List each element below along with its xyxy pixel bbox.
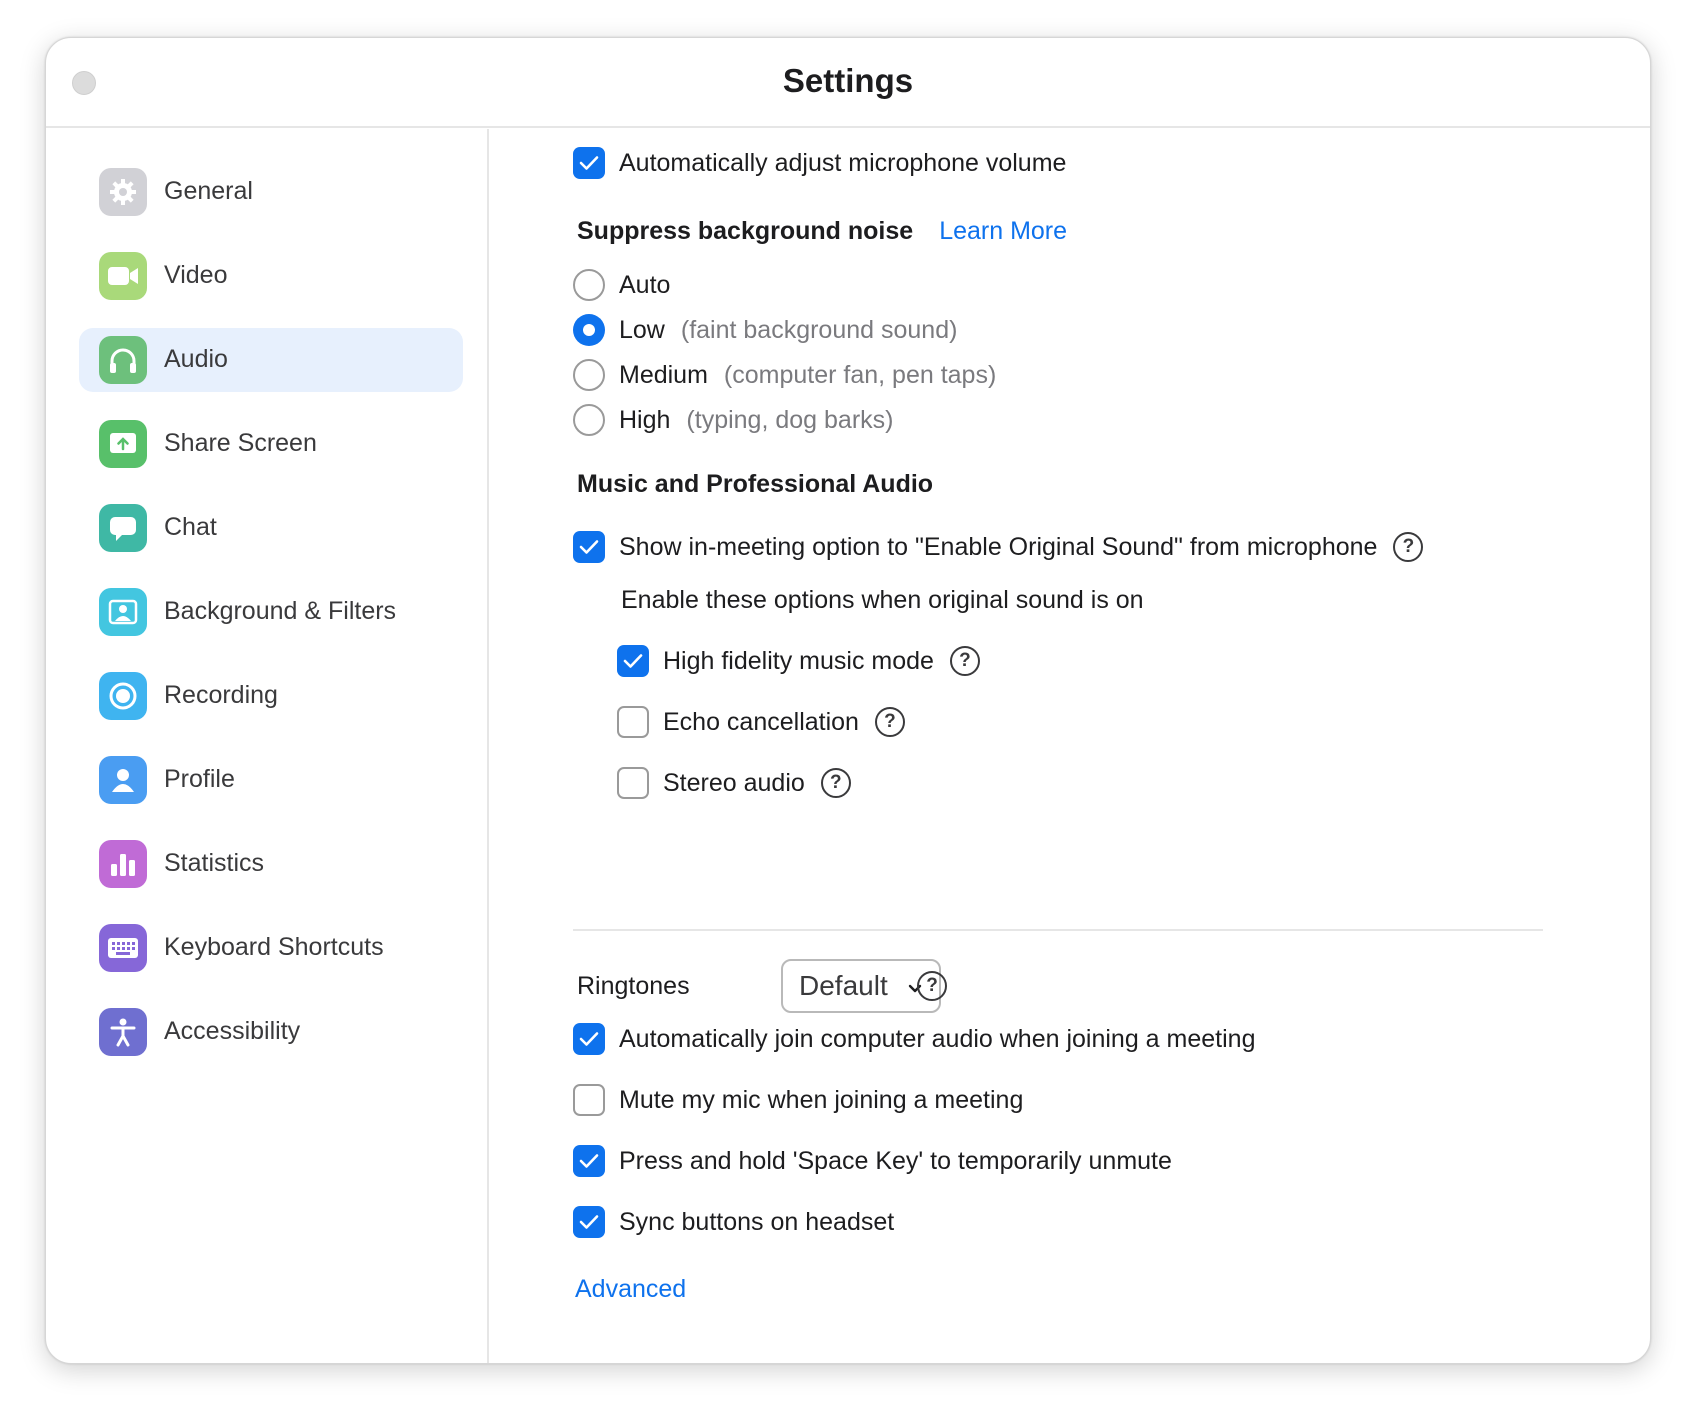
high-fidelity-checkbox[interactable] [617,645,649,677]
sidebar-item-recording[interactable]: Recording [79,664,463,728]
suppress-option-hint: (computer fan, pen taps) [723,360,997,389]
stereo-audio-row[interactable]: Stereo audio ? [617,767,851,799]
original-sound-checkbox[interactable] [573,531,605,563]
sync-headset-checkbox[interactable] [573,1206,605,1238]
suppress-option-medium[interactable]: Medium (computer fan, pen taps) [573,359,996,391]
high-fidelity-label: High fidelity music mode [663,646,934,675]
sidebar: General Video Audio Share Screen Chat Ba… [46,129,489,1363]
auto-adjust-mic-checkbox[interactable] [573,147,605,179]
sidebar-item-label: General [164,177,253,205]
auto-join-audio-label: Automatically join computer audio when j… [619,1024,1256,1053]
suppress-option-hint: (faint background sound) [680,315,958,344]
ringtones-label: Ringtones [577,972,690,1000]
sidebar-item-label: Keyboard Shortcuts [164,933,384,961]
headphones-icon [99,336,147,384]
bar-chart-icon [99,840,147,888]
echo-cancellation-label: Echo cancellation [663,707,859,736]
suppress-option-low[interactable]: Low (faint background sound) [573,314,957,346]
stereo-audio-label: Stereo audio [663,768,805,797]
help-icon[interactable]: ? [949,646,980,676]
ringtones-label-row: Ringtones [577,972,690,1001]
advanced-link[interactable]: Advanced [575,1275,686,1304]
music-pro-audio-header: Music and Professional Audio [577,470,933,499]
record-icon [99,672,147,720]
suppress-option-label: Low [619,315,665,344]
section-divider [573,929,1543,931]
space-key-unmute-label: Press and hold 'Space Key' to temporaril… [619,1146,1172,1175]
sidebar-item-keyboard-shortcuts[interactable]: Keyboard Shortcuts [79,916,463,980]
original-sound-subheading: Enable these options when original sound… [621,586,1144,614]
original-sound-label: Show in-meeting option to "Enable Origin… [619,532,1378,561]
sidebar-item-label: Profile [164,765,235,793]
sidebar-item-video[interactable]: Video [79,244,463,308]
ringtones-value: Default [799,970,888,1001]
auto-adjust-mic-label: Automatically adjust microphone volume [619,148,1067,177]
sidebar-item-audio[interactable]: Audio [79,328,463,392]
advanced-row: Advanced [575,1275,686,1304]
sidebar-item-chat[interactable]: Chat [79,496,463,560]
suppress-noise-heading: Suppress background noise [577,217,914,245]
sidebar-item-profile[interactable]: Profile [79,748,463,812]
help-icon[interactable]: ? [874,707,905,737]
suppress-option-label: Auto [619,270,671,299]
suppress-high-radio[interactable] [573,404,605,436]
echo-cancellation-checkbox[interactable] [617,706,649,738]
space-key-unmute-row[interactable]: Press and hold 'Space Key' to temporaril… [573,1145,1172,1177]
mute-mic-row[interactable]: Mute my mic when joining a meeting [573,1084,1023,1116]
auto-join-audio-checkbox[interactable] [573,1023,605,1055]
sidebar-item-label: Statistics [164,849,265,877]
learn-more-link[interactable]: Learn More [939,217,1067,246]
echo-cancellation-row[interactable]: Echo cancellation ? [617,706,905,738]
sync-headset-row[interactable]: Sync buttons on headset [573,1206,894,1238]
sidebar-item-statistics[interactable]: Statistics [79,832,463,896]
sidebar-item-label: Audio [164,345,228,373]
sidebar-item-general[interactable]: General [79,160,463,224]
title-bar: Settings [46,38,1650,128]
sidebar-item-label: Recording [164,681,278,709]
mute-mic-checkbox[interactable] [573,1084,605,1116]
sidebar-item-label: Share Screen [164,429,317,457]
help-icon[interactable]: ? [917,971,947,1001]
sidebar-item-background-filters[interactable]: Background & Filters [79,580,463,644]
music-pro-audio-heading: Music and Professional Audio [577,470,934,498]
keyboard-icon [99,924,147,972]
sync-headset-label: Sync buttons on headset [619,1207,895,1236]
auto-adjust-mic-row[interactable]: Automatically adjust microphone volume [573,147,1066,179]
audio-settings-panel: Automatically adjust microphone volume S… [491,129,1650,1363]
high-fidelity-row[interactable]: High fidelity music mode ? [617,645,980,677]
share-screen-icon [99,420,147,468]
sidebar-item-share-screen[interactable]: Share Screen [79,412,463,476]
suppress-option-hint: (typing, dog barks) [686,405,894,434]
accessibility-icon [99,1008,147,1056]
stereo-audio-checkbox[interactable] [617,767,649,799]
sidebar-item-accessibility[interactable]: Accessibility [79,1000,463,1064]
mute-mic-label: Mute my mic when joining a meeting [619,1085,1024,1114]
suppress-medium-radio[interactable] [573,359,605,391]
original-sound-subheading-row: Enable these options when original sound… [621,586,1144,615]
suppress-option-high[interactable]: High (typing, dog barks) [573,404,893,436]
profile-person-icon [99,756,147,804]
sidebar-item-label: Accessibility [164,1017,301,1045]
help-icon[interactable]: ? [820,768,851,798]
suppress-auto-radio[interactable] [573,269,605,301]
suppress-option-label: Medium [619,360,708,389]
suppress-low-radio[interactable] [573,314,605,346]
auto-join-audio-row[interactable]: Automatically join computer audio when j… [573,1023,1255,1055]
settings-window: Settings General Video Audio Share Scree… [45,37,1651,1364]
original-sound-row[interactable]: Show in-meeting option to "Enable Origin… [573,531,1424,563]
chat-bubble-icon [99,504,147,552]
video-camera-icon [99,252,147,300]
sidebar-item-label: Background & Filters [164,597,397,625]
sidebar-item-label: Chat [164,513,217,541]
background-person-icon [99,588,147,636]
space-key-unmute-checkbox[interactable] [573,1145,605,1177]
suppress-option-label: High [619,405,671,434]
window-title: Settings [782,62,914,99]
sidebar-item-label: Video [164,261,228,289]
suppress-option-auto[interactable]: Auto [573,269,670,301]
help-icon[interactable]: ? [1393,532,1424,562]
suppress-noise-header: Suppress background noise Learn More [577,217,1067,246]
gear-icon [99,168,147,216]
